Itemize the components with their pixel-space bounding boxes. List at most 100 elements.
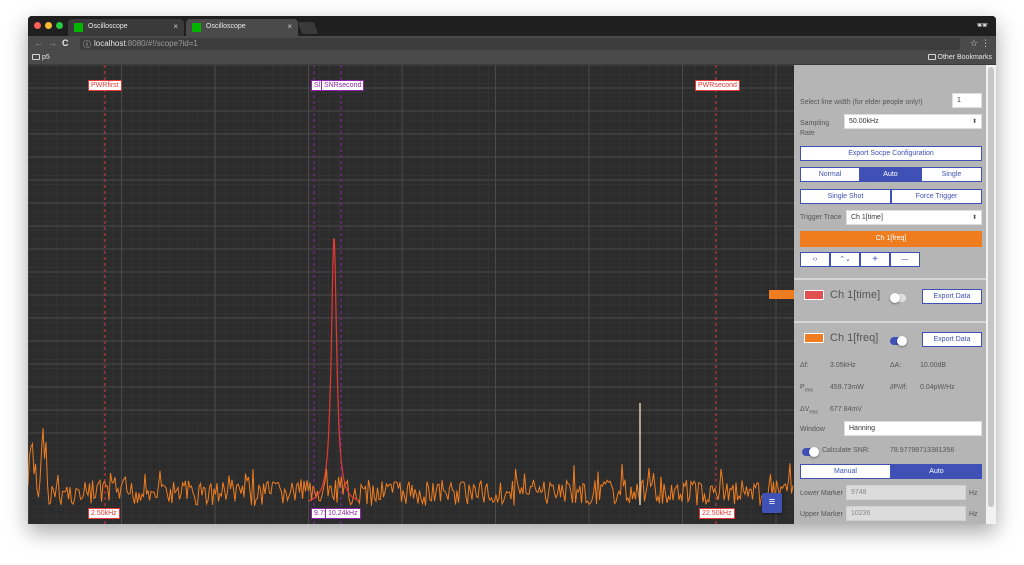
- calculate-snr-toggle[interactable]: [802, 447, 819, 457]
- marker-snr-second-label[interactable]: SNRsecond: [321, 80, 365, 91]
- dp-df-value: 0.04pW/Hz: [920, 384, 955, 391]
- forward-icon[interactable]: →: [48, 38, 57, 48]
- tab-title: Oscilloscope: [88, 23, 128, 30]
- tab-strip: Oscilloscope × Oscilloscope × 🕶: [28, 16, 996, 36]
- address-bar: ← → C ⓘ localhost:8080/#!/scope?id=1 ☆ ⋮: [28, 36, 996, 52]
- marker-pwr-first-label[interactable]: PWRfirst: [88, 80, 122, 91]
- sampling-rate-select[interactable]: 50.00kHz ⬍: [844, 114, 982, 129]
- ch-time-toggle[interactable]: [890, 293, 906, 303]
- folder-icon: [32, 54, 40, 60]
- maximize-window-icon[interactable]: [56, 22, 63, 29]
- trigger-level-handle[interactable]: [769, 290, 794, 299]
- mode-normal-button[interactable]: Normal: [800, 167, 860, 182]
- trigger-trace-value: Ch 1[time]: [851, 214, 883, 221]
- p-rms-label: Prms: [800, 384, 813, 393]
- mode-single-button[interactable]: Single: [921, 167, 982, 182]
- browser-menu-icon[interactable]: ⋮: [981, 38, 990, 49]
- export-config-button[interactable]: Export Socpe Configuration: [800, 146, 982, 161]
- dp-df-label: ∂P/∂f:: [890, 384, 908, 391]
- ch-time-name: Ch 1[time]: [830, 289, 881, 301]
- calculate-snr-label: Calculate SNR:: [822, 447, 870, 454]
- mode-auto-button[interactable]: Auto: [860, 167, 921, 182]
- divider: [794, 278, 986, 280]
- info-icon: ⓘ: [83, 40, 91, 49]
- new-tab-button[interactable]: [297, 22, 319, 34]
- url-host: localhost: [94, 39, 126, 48]
- trigger-trace-label: Trigger Trace: [800, 214, 842, 221]
- toggle-knob: [897, 336, 907, 346]
- folder-icon: [927, 54, 936, 60]
- ch-time-export-button[interactable]: Export Data: [922, 289, 982, 304]
- ch-freq-color-swatch[interactable]: [804, 333, 824, 343]
- incognito-icon: 🕶: [976, 20, 988, 30]
- delta-f-label: Δf:: [800, 362, 809, 369]
- v-rms-label-sub: rms: [809, 409, 818, 416]
- minimize-window-icon[interactable]: [45, 22, 52, 29]
- bookmarks-bar: p5 Other Bookmarks: [28, 52, 996, 65]
- scope-plot: [28, 65, 794, 524]
- snr-auto-button[interactable]: Auto: [891, 464, 982, 479]
- oscilloscope-favicon-icon: [192, 23, 201, 32]
- line-width-label: Select line width (for elder people only…: [800, 99, 923, 106]
- url-path: :8080/#!/scope?id=1: [125, 39, 198, 48]
- lower-marker-input[interactable]: 9748: [846, 485, 966, 500]
- browser-tab-1[interactable]: Oscilloscope ×: [68, 19, 184, 36]
- window-label: Window: [800, 426, 825, 433]
- v-rms-label-main: ΔV: [800, 406, 810, 413]
- toggle-knob: [809, 447, 819, 457]
- single-shot-button[interactable]: Single Shot: [800, 189, 891, 204]
- marker-pwr-first-freq: 2.50kHz: [88, 508, 120, 519]
- line-width-input[interactable]: 1: [952, 93, 982, 108]
- trigger-trace-select[interactable]: Ch 1[time] ⬍: [846, 210, 982, 225]
- marker-pwr-second-freq: 22.50kHz: [699, 508, 735, 519]
- vertical-scale-button[interactable]: ⌃⌄: [830, 252, 860, 267]
- toggle-knob: [890, 293, 900, 303]
- select-arrow-icon: ⬍: [971, 119, 977, 125]
- p-rms-label-sub: rms: [804, 387, 814, 394]
- sampling-rate-label: Sampling Rate: [800, 120, 830, 137]
- tab-title: Oscilloscope: [206, 23, 246, 30]
- browser-tab-2[interactable]: Oscilloscope ×: [186, 19, 298, 36]
- close-tab-icon[interactable]: ×: [173, 22, 178, 31]
- zoom-out-button[interactable]: —: [890, 252, 920, 267]
- bookmark-p5[interactable]: p5: [32, 54, 50, 61]
- scope-display[interactable]: PWRfirst Sl SNRsecond PWRsecond 2.50kHz …: [28, 65, 794, 524]
- bookmark-label: p5: [42, 54, 50, 61]
- select-arrow-icon: ⬍: [971, 215, 977, 221]
- reload-icon[interactable]: C: [62, 38, 69, 48]
- window-select[interactable]: Hanning: [844, 421, 982, 436]
- horizontal-scale-button[interactable]: ‹›: [800, 252, 830, 267]
- divider: [794, 321, 986, 323]
- ch-freq-toggle[interactable]: [890, 336, 907, 346]
- url-input[interactable]: ⓘ localhost:8080/#!/scope?id=1: [80, 38, 960, 50]
- zoom-in-button[interactable]: +: [860, 252, 890, 267]
- marker-snr-second-freq: 10.24kHz: [325, 508, 361, 519]
- force-trigger-button[interactable]: Force Trigger: [891, 189, 982, 204]
- oscilloscope-favicon-icon: [74, 23, 83, 32]
- panel-scrollbar[interactable]: [986, 65, 996, 524]
- active-trace-button[interactable]: Ch 1[freq]: [800, 231, 982, 247]
- delta-a-label: ΔA:: [890, 362, 902, 369]
- upper-marker-label: Upper Marker: [800, 511, 843, 518]
- lower-marker-label: Lower Marker: [800, 490, 843, 497]
- sampling-rate-value: 50.00kHz: [849, 118, 879, 125]
- back-icon[interactable]: ←: [34, 38, 43, 48]
- upper-marker-input[interactable]: 10236: [846, 506, 966, 521]
- browser-window: Oscilloscope × Oscilloscope × 🕶 ← → C ⓘ …: [28, 16, 996, 524]
- other-bookmarks[interactable]: Other Bookmarks: [927, 54, 992, 61]
- bookmark-star-icon[interactable]: ☆: [970, 38, 978, 49]
- bookmark-label: Other Bookmarks: [937, 54, 992, 61]
- close-tab-icon[interactable]: ×: [287, 22, 292, 31]
- ch-freq-export-button[interactable]: Export Data: [922, 332, 982, 347]
- marker-pwr-second-label[interactable]: PWRsecond: [695, 80, 740, 91]
- delta-f-value: 3.05kHz: [830, 362, 856, 369]
- ch-time-color-swatch[interactable]: [804, 290, 824, 300]
- snr-manual-button[interactable]: Manual: [800, 464, 891, 479]
- control-panel: Select line width (for elder people only…: [794, 65, 996, 524]
- menu-fab-button[interactable]: ≡: [762, 493, 782, 513]
- v-rms-value: 677.84mV: [830, 406, 862, 413]
- close-window-icon[interactable]: [34, 22, 41, 29]
- p-rms-value: 459.73mW: [830, 384, 864, 391]
- scrollbar-thumb[interactable]: [988, 67, 994, 507]
- ch-freq-name: Ch 1[freq]: [830, 332, 879, 344]
